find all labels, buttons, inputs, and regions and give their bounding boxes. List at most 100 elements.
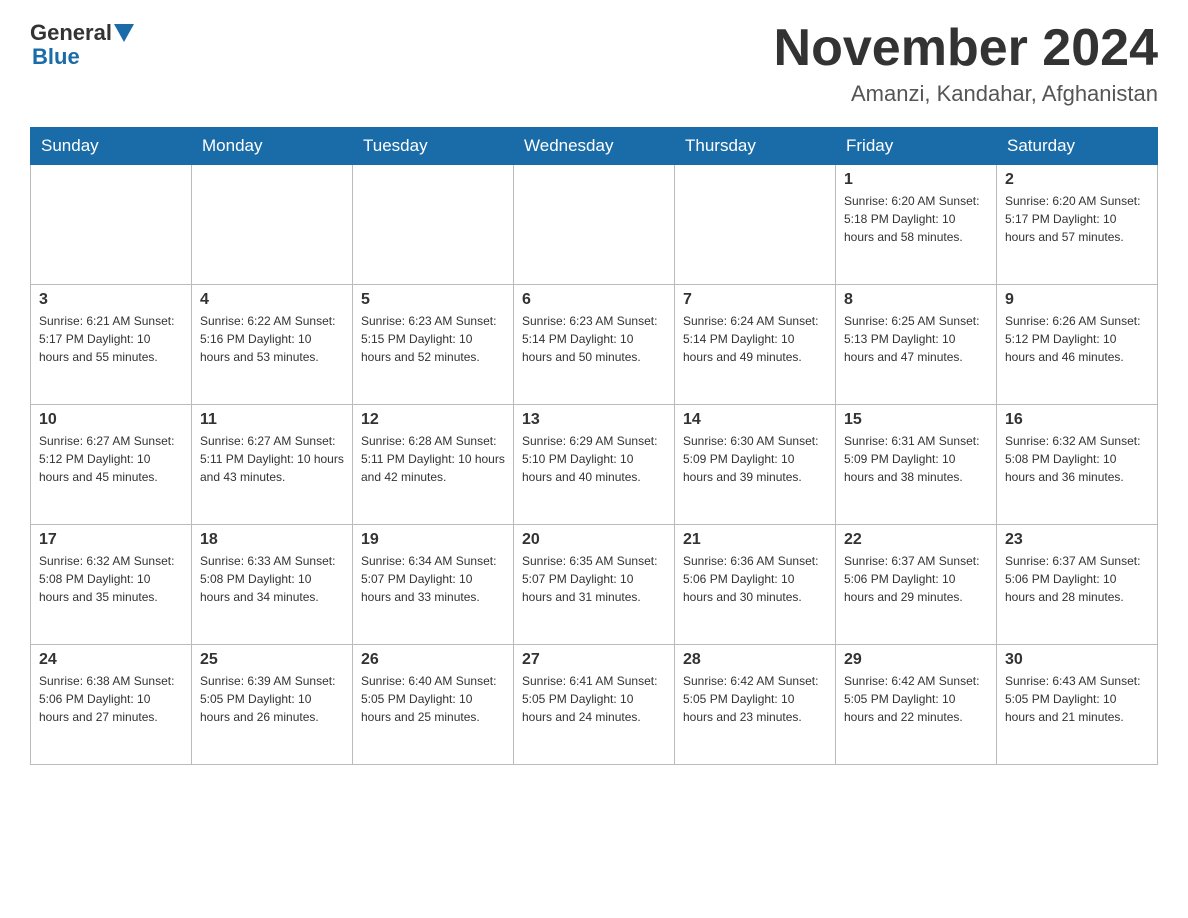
logo-blue-text: Blue [30, 44, 80, 70]
day-info: Sunrise: 6:25 AM Sunset: 5:13 PM Dayligh… [844, 312, 988, 366]
day-info: Sunrise: 6:40 AM Sunset: 5:05 PM Dayligh… [361, 672, 505, 726]
day-info: Sunrise: 6:20 AM Sunset: 5:18 PM Dayligh… [844, 192, 988, 246]
calendar-cell: 20 Sunrise: 6:35 AM Sunset: 5:07 PM Dayli… [514, 525, 675, 645]
day-info: Sunrise: 6:35 AM Sunset: 5:07 PM Dayligh… [522, 552, 666, 606]
logo-general-text: General [30, 20, 112, 46]
day-info: Sunrise: 6:42 AM Sunset: 5:05 PM Dayligh… [683, 672, 827, 726]
day-info: Sunrise: 6:23 AM Sunset: 5:15 PM Dayligh… [361, 312, 505, 366]
day-number: 4 [200, 291, 344, 309]
day-info: Sunrise: 6:23 AM Sunset: 5:14 PM Dayligh… [522, 312, 666, 366]
day-number: 6 [522, 291, 666, 309]
calendar-cell: 29Sunrise: 6:42 AM Sunset: 5:05 PM Dayli… [836, 645, 997, 765]
day-info: Sunrise: 6:29 AM Sunset: 5:10 PM Dayligh… [522, 432, 666, 486]
calendar-cell: 23 Sunrise: 6:37 AM Sunset: 5:06 PM Dayli… [997, 525, 1158, 645]
logo-triangle-icon [114, 24, 134, 42]
calendar-cell: 24 Sunrise: 6:38 AM Sunset: 5:06 PM Dayli… [31, 645, 192, 765]
calendar-cell: 5 Sunrise: 6:23 AM Sunset: 5:15 PM Daylig… [353, 285, 514, 405]
weekday-header-saturday: Saturday [997, 128, 1158, 165]
calendar-cell: 27 Sunrise: 6:41 AM Sunset: 5:05 PM Dayli… [514, 645, 675, 765]
day-number: 28 [683, 651, 827, 669]
day-info: Sunrise: 6:26 AM Sunset: 5:12 PM Dayligh… [1005, 312, 1149, 366]
day-number: 15 [844, 411, 988, 429]
logo: General Blue [30, 20, 136, 70]
calendar-header-row: SundayMondayTuesdayWednesdayThursdayFrid… [31, 128, 1158, 165]
day-number: 16 [1005, 411, 1149, 429]
day-info: Sunrise: 6:37 AM Sunset: 5:06 PM Dayligh… [1005, 552, 1149, 606]
day-info: Sunrise: 6:34 AM Sunset: 5:07 PM Dayligh… [361, 552, 505, 606]
day-info: Sunrise: 6:32 AM Sunset: 5:08 PM Dayligh… [39, 552, 183, 606]
calendar-cell: 12 Sunrise: 6:28 AM Sunset: 5:11 PM Dayli… [353, 405, 514, 525]
day-number: 2 [1005, 171, 1149, 189]
day-number: 8 [844, 291, 988, 309]
day-info: Sunrise: 6:22 AM Sunset: 5:16 PM Dayligh… [200, 312, 344, 366]
day-number: 13 [522, 411, 666, 429]
day-info: Sunrise: 6:37 AM Sunset: 5:06 PM Dayligh… [844, 552, 988, 606]
day-number: 14 [683, 411, 827, 429]
day-info: Sunrise: 6:38 AM Sunset: 5:06 PM Dayligh… [39, 672, 183, 726]
day-info: Sunrise: 6:21 AM Sunset: 5:17 PM Dayligh… [39, 312, 183, 366]
calendar-cell: 8 Sunrise: 6:25 AM Sunset: 5:13 PM Daylig… [836, 285, 997, 405]
day-number: 19 [361, 531, 505, 549]
calendar-week-4: 17Sunrise: 6:32 AM Sunset: 5:08 PM Dayli… [31, 525, 1158, 645]
calendar-cell: 17Sunrise: 6:32 AM Sunset: 5:08 PM Dayli… [31, 525, 192, 645]
calendar-cell: 30Sunrise: 6:43 AM Sunset: 5:05 PM Dayli… [997, 645, 1158, 765]
day-number: 5 [361, 291, 505, 309]
calendar-cell: 15 Sunrise: 6:31 AM Sunset: 5:09 PM Dayli… [836, 405, 997, 525]
calendar-week-5: 24 Sunrise: 6:38 AM Sunset: 5:06 PM Dayli… [31, 645, 1158, 765]
calendar-cell: 11 Sunrise: 6:27 AM Sunset: 5:11 PM Dayli… [192, 405, 353, 525]
day-number: 21 [683, 531, 827, 549]
day-number: 7 [683, 291, 827, 309]
calendar-cell: 10Sunrise: 6:27 AM Sunset: 5:12 PM Dayli… [31, 405, 192, 525]
day-number: 23 [1005, 531, 1149, 549]
calendar-cell: 13 Sunrise: 6:29 AM Sunset: 5:10 PM Dayli… [514, 405, 675, 525]
calendar-cell: 7 Sunrise: 6:24 AM Sunset: 5:14 PM Daylig… [675, 285, 836, 405]
calendar-cell [675, 165, 836, 285]
day-number: 3 [39, 291, 183, 309]
calendar-cell: 28 Sunrise: 6:42 AM Sunset: 5:05 PM Dayli… [675, 645, 836, 765]
weekday-header-friday: Friday [836, 128, 997, 165]
location-text: Amanzi, Kandahar, Afghanistan [774, 81, 1158, 107]
month-title: November 2024 [774, 20, 1158, 77]
calendar-cell: 6 Sunrise: 6:23 AM Sunset: 5:14 PM Daylig… [514, 285, 675, 405]
day-number: 27 [522, 651, 666, 669]
page-header: General Blue November 2024 Amanzi, Kanda… [30, 20, 1158, 107]
day-info: Sunrise: 6:31 AM Sunset: 5:09 PM Dayligh… [844, 432, 988, 486]
day-info: Sunrise: 6:27 AM Sunset: 5:12 PM Dayligh… [39, 432, 183, 486]
day-number: 20 [522, 531, 666, 549]
calendar-week-3: 10Sunrise: 6:27 AM Sunset: 5:12 PM Dayli… [31, 405, 1158, 525]
calendar-cell: 25 Sunrise: 6:39 AM Sunset: 5:05 PM Dayli… [192, 645, 353, 765]
day-number: 12 [361, 411, 505, 429]
day-info: Sunrise: 6:39 AM Sunset: 5:05 PM Dayligh… [200, 672, 344, 726]
calendar-cell: 3 Sunrise: 6:21 AM Sunset: 5:17 PM Daylig… [31, 285, 192, 405]
weekday-header-thursday: Thursday [675, 128, 836, 165]
day-info: Sunrise: 6:20 AM Sunset: 5:17 PM Dayligh… [1005, 192, 1149, 246]
day-number: 29 [844, 651, 988, 669]
calendar-cell [353, 165, 514, 285]
day-number: 18 [200, 531, 344, 549]
weekday-header-monday: Monday [192, 128, 353, 165]
calendar-cell: 14Sunrise: 6:30 AM Sunset: 5:09 PM Dayli… [675, 405, 836, 525]
day-number: 24 [39, 651, 183, 669]
day-number: 22 [844, 531, 988, 549]
day-info: Sunrise: 6:41 AM Sunset: 5:05 PM Dayligh… [522, 672, 666, 726]
day-number: 25 [200, 651, 344, 669]
calendar-week-2: 3 Sunrise: 6:21 AM Sunset: 5:17 PM Daylig… [31, 285, 1158, 405]
calendar-cell: 26Sunrise: 6:40 AM Sunset: 5:05 PM Dayli… [353, 645, 514, 765]
calendar-cell: 22 Sunrise: 6:37 AM Sunset: 5:06 PM Dayli… [836, 525, 997, 645]
day-number: 30 [1005, 651, 1149, 669]
calendar-cell: 21Sunrise: 6:36 AM Sunset: 5:06 PM Dayli… [675, 525, 836, 645]
day-info: Sunrise: 6:24 AM Sunset: 5:14 PM Dayligh… [683, 312, 827, 366]
day-info: Sunrise: 6:28 AM Sunset: 5:11 PM Dayligh… [361, 432, 505, 486]
calendar-cell: 16Sunrise: 6:32 AM Sunset: 5:08 PM Dayli… [997, 405, 1158, 525]
calendar-cell: 9Sunrise: 6:26 AM Sunset: 5:12 PM Daylig… [997, 285, 1158, 405]
calendar-cell: 18 Sunrise: 6:33 AM Sunset: 5:08 PM Dayli… [192, 525, 353, 645]
calendar-cell: 4 Sunrise: 6:22 AM Sunset: 5:16 PM Daylig… [192, 285, 353, 405]
day-number: 1 [844, 171, 988, 189]
title-section: November 2024 Amanzi, Kandahar, Afghanis… [774, 20, 1158, 107]
weekday-header-sunday: Sunday [31, 128, 192, 165]
calendar-cell [31, 165, 192, 285]
calendar-week-1: 1 Sunrise: 6:20 AM Sunset: 5:18 PM Daylig… [31, 165, 1158, 285]
day-number: 11 [200, 411, 344, 429]
day-info: Sunrise: 6:27 AM Sunset: 5:11 PM Dayligh… [200, 432, 344, 486]
day-info: Sunrise: 6:33 AM Sunset: 5:08 PM Dayligh… [200, 552, 344, 606]
